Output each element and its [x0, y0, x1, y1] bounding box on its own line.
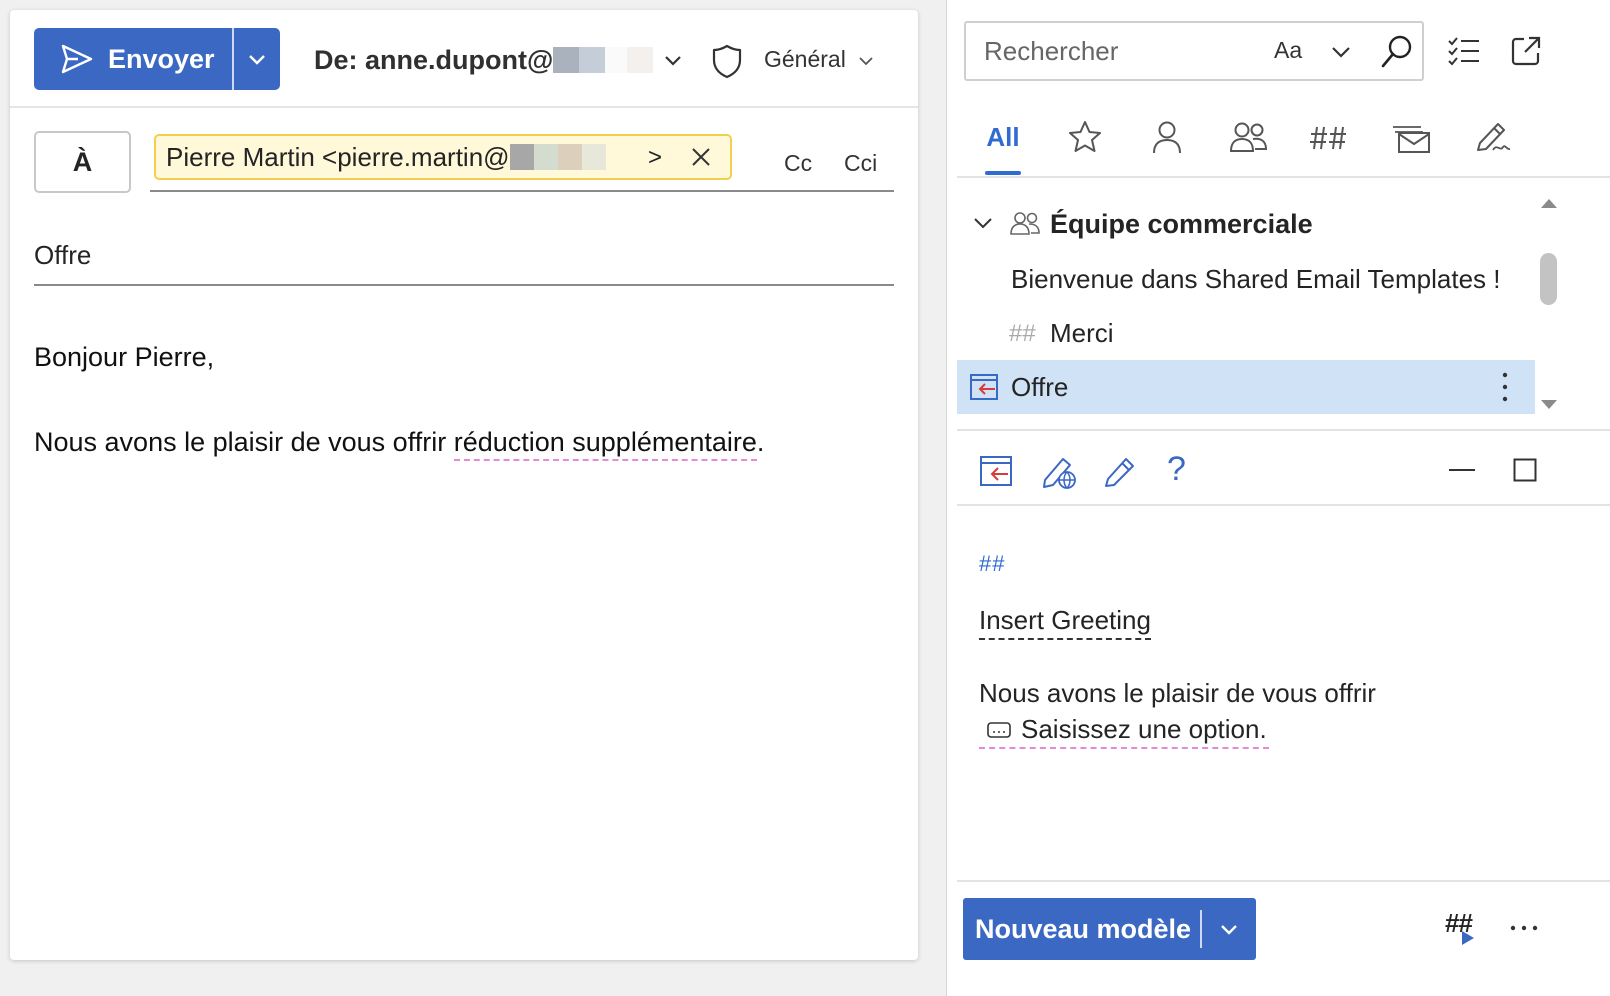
shield-icon[interactable]: [710, 43, 744, 79]
cc-button[interactable]: Cc: [784, 150, 812, 177]
chevron-down-icon: [249, 55, 265, 65]
new-template-split-button: Nouveau modèle: [963, 898, 1256, 960]
chevron-down-icon[interactable]: [973, 216, 993, 230]
recipient-chip[interactable]: Pierre Martin <pierre.martin@ >: [154, 134, 732, 180]
search-box: Aa: [964, 21, 1424, 81]
active-tab-indicator: [985, 171, 1021, 175]
play-icon: [1462, 931, 1474, 945]
from-address: De: anne.dupont@: [314, 44, 554, 75]
run-macro-button[interactable]: ##: [1445, 908, 1481, 946]
tab-all[interactable]: All: [983, 112, 1023, 162]
preview-option-label: Saisissez une option.: [1021, 714, 1267, 744]
sensitivity-label[interactable]: Général: [764, 46, 846, 73]
preview-option-field[interactable]: Saisissez une option.: [979, 714, 1269, 749]
chevron-down-icon[interactable]: [858, 56, 874, 67]
minimize-icon[interactable]: [1449, 468, 1475, 472]
send-options-button[interactable]: [234, 28, 280, 90]
search-input[interactable]: [966, 23, 1246, 79]
footer-divider: [957, 880, 1610, 882]
redacted-block: [509, 144, 534, 170]
redacted-block: [557, 144, 582, 170]
tab-all-label: All: [986, 121, 1020, 152]
to-field-underline: [150, 190, 894, 192]
redacted-block: [553, 47, 580, 73]
close-icon[interactable]: [690, 146, 712, 168]
new-template-button[interactable]: Nouveau modèle: [963, 898, 1200, 960]
macro-prefix: ##: [1009, 320, 1036, 347]
bcc-button[interactable]: Cci: [844, 150, 877, 177]
redacted-block: [605, 47, 628, 73]
template-item-selected[interactable]: Offre: [957, 360, 1535, 414]
template-item[interactable]: Merci: [1050, 318, 1114, 349]
person-icon: [1153, 121, 1181, 154]
checklist-icon[interactable]: [1447, 36, 1481, 66]
spellcheck-highlight[interactable]: réduction supplémentaire: [453, 427, 757, 461]
chevron-down-icon: [665, 56, 682, 66]
body-greeting[interactable]: Bonjour Pierre,: [34, 342, 214, 373]
recipient-text-end: >: [648, 144, 663, 171]
mail-stack-icon: [1393, 126, 1430, 153]
preview-macro-hash: ##: [979, 551, 1006, 576]
send-button[interactable]: Envoyer: [34, 28, 232, 90]
new-template-options-button[interactable]: [1202, 898, 1256, 960]
insert-template-icon: [970, 374, 998, 400]
insert-template-icon[interactable]: [979, 454, 1013, 488]
search-icon[interactable]: [1380, 33, 1414, 69]
macro-hash-icon: [1310, 126, 1346, 150]
send-icon: [61, 44, 93, 74]
list-divider: [957, 429, 1610, 431]
edit-pencil-icon[interactable]: [1103, 454, 1137, 488]
redacted-block: [627, 47, 654, 73]
share-edit-icon[interactable]: [1041, 454, 1077, 490]
tab-signatures[interactable]: [1473, 112, 1513, 162]
tabs-divider: [957, 176, 1610, 178]
subject-field[interactable]: Offre: [34, 240, 91, 271]
match-case-toggle[interactable]: Aa: [1274, 37, 1302, 64]
team-icon: [1010, 212, 1040, 235]
redacted-block: [581, 144, 606, 170]
scroll-down-arrow-icon[interactable]: [1540, 399, 1558, 411]
header-divider: [10, 106, 918, 108]
to-button[interactable]: À: [34, 131, 131, 193]
tab-team-templates[interactable]: [1227, 112, 1271, 162]
templates-addin-pane: Aa All: [946, 0, 1610, 996]
scroll-up-arrow-icon[interactable]: [1540, 197, 1558, 209]
template-item-label: Offre: [1011, 372, 1069, 402]
chevron-down-icon: [1221, 925, 1237, 935]
compose-pane: Envoyer De: anne.dupont@ Général À Pierr…: [10, 10, 918, 960]
new-template-label: Nouveau modèle: [975, 913, 1192, 944]
tab-favorites[interactable]: [1065, 112, 1105, 162]
dropdown-field-icon: [987, 721, 1011, 738]
maximize-icon[interactable]: [1513, 458, 1537, 482]
send-split-button: Envoyer: [34, 28, 280, 90]
body-paragraph[interactable]: Nous avons le plaisir de vous offrir réd…: [34, 427, 765, 461]
template-item[interactable]: Bienvenue dans Shared Email Templates !: [1011, 264, 1500, 295]
tab-emails[interactable]: [1391, 112, 1431, 162]
team-folder-label[interactable]: Équipe commerciale: [1050, 209, 1313, 240]
popout-icon[interactable]: [1510, 35, 1542, 67]
from-selector[interactable]: De: anne.dupont@: [314, 42, 683, 78]
redacted-block: [533, 144, 558, 170]
scrollbar-thumb[interactable]: [1540, 253, 1557, 305]
tab-my-templates[interactable]: [1147, 112, 1187, 162]
send-label: Envoyer: [108, 43, 215, 74]
body-text-end: .: [756, 427, 765, 457]
tab-macros[interactable]: [1309, 112, 1349, 162]
star-icon: [1069, 121, 1101, 152]
body-text: Nous avons le plaisir de vous offrir: [34, 427, 454, 457]
more-horizontal-icon[interactable]: [1509, 924, 1539, 932]
pen-sign-icon: [1477, 123, 1511, 151]
preview-macro-insert-greeting[interactable]: Insert Greeting: [979, 605, 1151, 640]
recipient-text: Pierre Martin <pierre.martin@: [166, 141, 510, 172]
preview-text: Nous avons le plaisir de vous offrir: [979, 678, 1376, 708]
subject-underline: [34, 284, 894, 286]
actions-divider: [957, 504, 1610, 506]
help-button[interactable]: ?: [1167, 450, 1186, 489]
more-vertical-icon[interactable]: [1501, 370, 1509, 404]
redacted-block: [579, 47, 606, 73]
people-icon: [1229, 122, 1268, 152]
chevron-down-icon[interactable]: [1330, 45, 1352, 59]
